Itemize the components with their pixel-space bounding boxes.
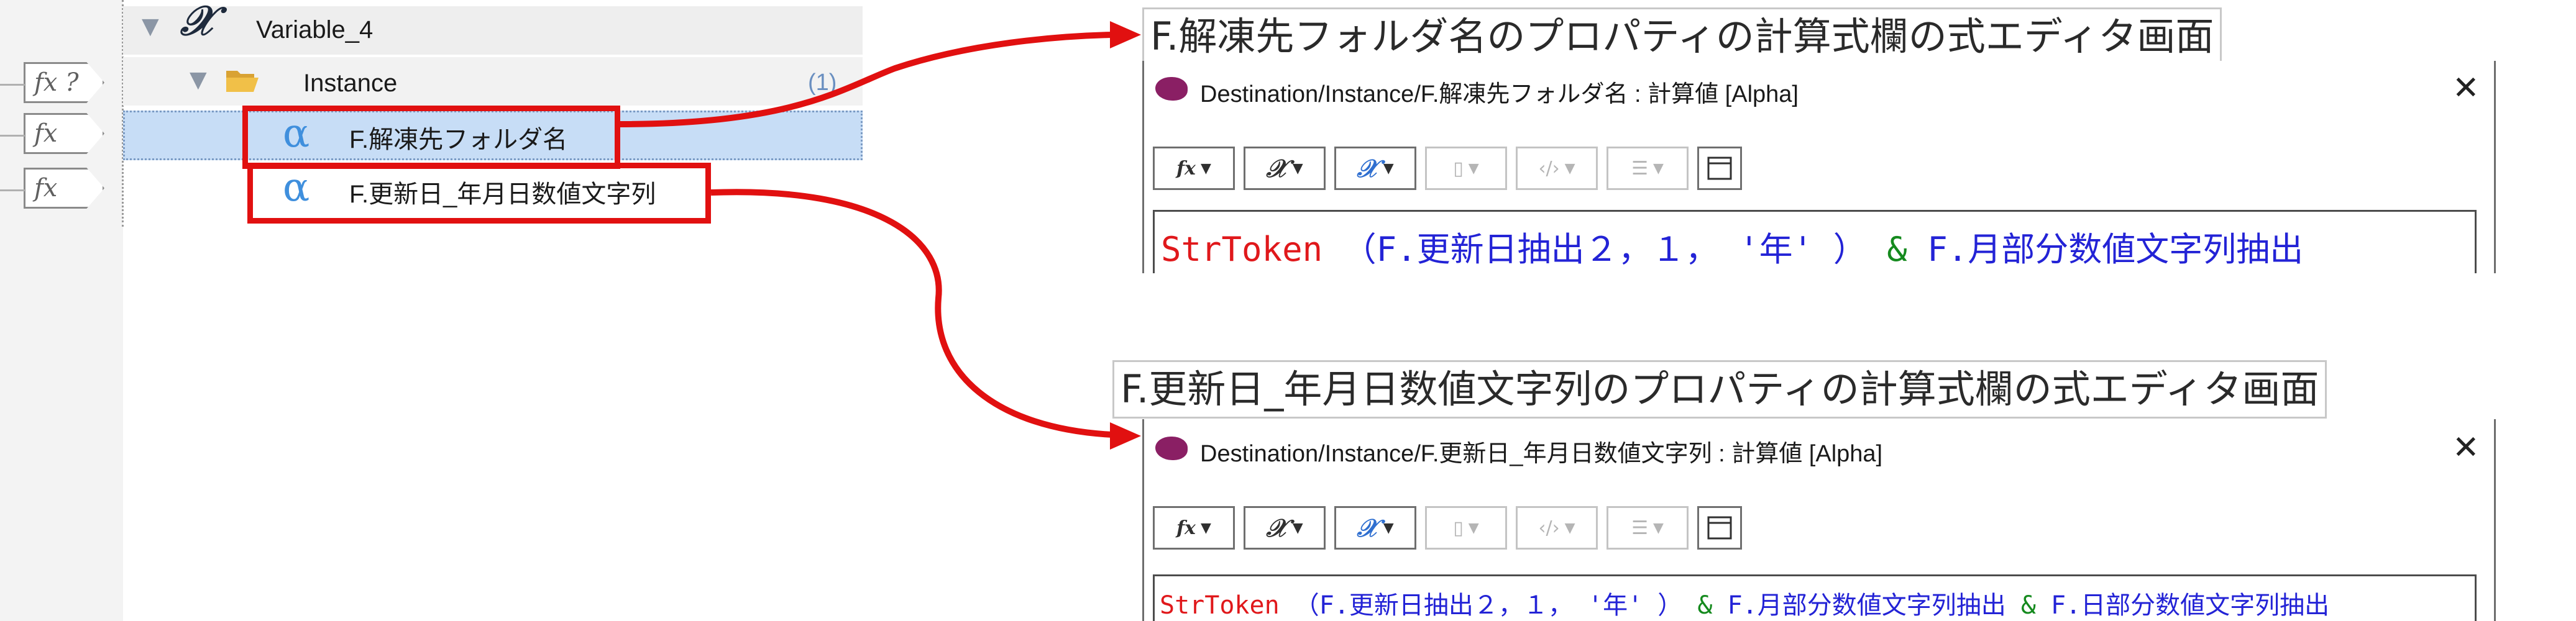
arrow-to-top-editor [620, 32, 1113, 127]
callout-arrows [620, 21, 1141, 450]
arrow-head-icon [1110, 21, 1141, 48]
arrow-to-bottom-editor [710, 189, 1113, 438]
arrow-head-icon [1110, 422, 1141, 450]
